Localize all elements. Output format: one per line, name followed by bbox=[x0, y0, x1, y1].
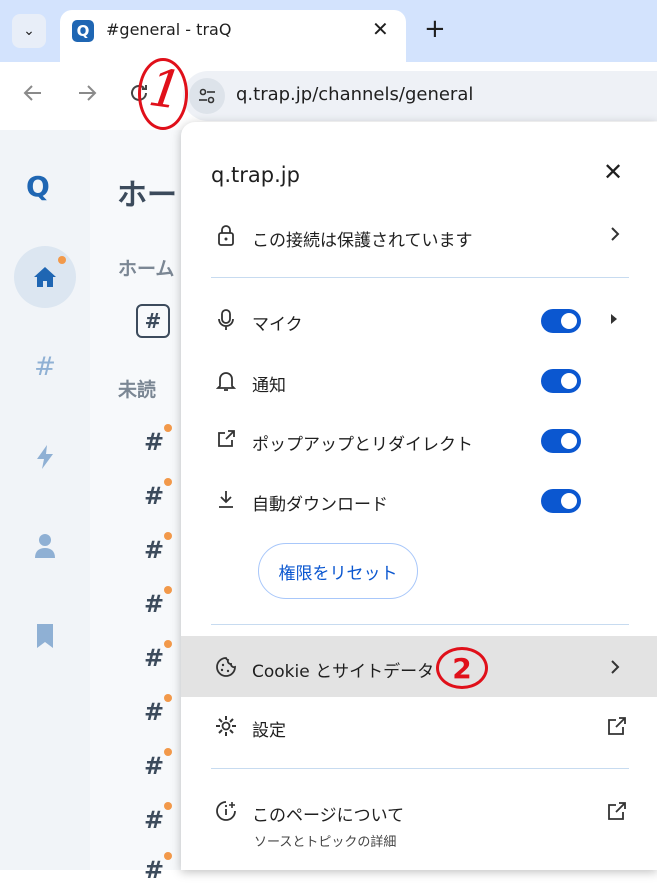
step-2-annotation: 2 bbox=[436, 647, 488, 689]
tab-close-icon[interactable]: ✕ bbox=[372, 17, 389, 41]
settings-item[interactable]: 設定 bbox=[252, 716, 286, 741]
home-nav-button[interactable] bbox=[14, 246, 76, 308]
forward-icon[interactable] bbox=[76, 82, 98, 110]
unread-dot bbox=[164, 532, 172, 540]
traq-logo: Q bbox=[26, 170, 50, 203]
channel-sidebar bbox=[90, 130, 182, 870]
unread-dot bbox=[164, 694, 172, 702]
page-header: ホー bbox=[117, 178, 177, 213]
popup-domain-title: q.trap.jp bbox=[211, 163, 300, 187]
tab-title: #general - traQ bbox=[106, 20, 232, 39]
page-info-icon bbox=[212, 800, 240, 827]
channel-item[interactable]: # bbox=[144, 536, 164, 564]
download-icon bbox=[212, 489, 240, 514]
external-link-icon[interactable] bbox=[606, 715, 630, 739]
microphone-icon bbox=[212, 308, 240, 337]
cookie-icon bbox=[212, 656, 240, 683]
chevron-right-icon[interactable] bbox=[608, 222, 622, 250]
channel-item[interactable]: # bbox=[144, 428, 164, 456]
channel-hash-icon[interactable]: # bbox=[136, 304, 170, 338]
auto-download-toggle[interactable] bbox=[541, 489, 581, 513]
permission-mic-label: マイク bbox=[252, 315, 303, 335]
bell-icon bbox=[212, 370, 240, 397]
unread-dot bbox=[164, 586, 172, 594]
channel-item[interactable]: # bbox=[144, 590, 164, 618]
channel-item[interactable]: # bbox=[144, 482, 164, 510]
divider bbox=[211, 624, 629, 625]
users-person-icon[interactable] bbox=[30, 532, 60, 565]
permission-popup-label: ポップアップとリダイレクト bbox=[252, 435, 473, 455]
unread-dot bbox=[164, 852, 172, 860]
mic-submenu-arrow-icon[interactable] bbox=[609, 313, 619, 329]
section-unread-label: 未読 bbox=[118, 379, 157, 401]
url-text[interactable]: q.trap.jp/channels/general bbox=[236, 84, 473, 105]
notification-toggle[interactable] bbox=[541, 369, 581, 393]
lock-icon bbox=[212, 224, 240, 251]
activity-bolt-icon[interactable] bbox=[30, 444, 60, 477]
unread-dot bbox=[164, 478, 172, 486]
tune-icon bbox=[199, 88, 215, 104]
permission-download-label: 自動ダウンロード bbox=[252, 495, 388, 515]
popup-redirect-toggle[interactable] bbox=[541, 429, 581, 453]
home-icon bbox=[34, 267, 56, 287]
chevron-down-icon: ⌄ bbox=[23, 23, 35, 39]
open-in-new-icon bbox=[212, 429, 240, 454]
unread-dot bbox=[164, 748, 172, 756]
about-page-item[interactable]: このページについて bbox=[252, 801, 404, 826]
divider bbox=[211, 768, 629, 769]
connection-secure-item[interactable]: この接続は保護されています bbox=[252, 226, 473, 251]
unread-dot bbox=[164, 802, 172, 810]
back-icon[interactable] bbox=[22, 82, 44, 110]
unread-dot bbox=[58, 256, 66, 264]
external-link-icon[interactable] bbox=[606, 800, 630, 824]
traq-favicon-icon: Q bbox=[72, 20, 94, 42]
new-tab-button[interactable]: + bbox=[424, 14, 446, 44]
gear-icon bbox=[212, 715, 240, 742]
chevron-right-icon[interactable] bbox=[608, 655, 622, 683]
close-icon[interactable]: ✕ bbox=[603, 158, 623, 186]
reset-permissions-button[interactable]: 権限をリセット bbox=[258, 543, 418, 599]
divider bbox=[211, 277, 629, 278]
unread-dot bbox=[164, 640, 172, 648]
channel-item[interactable]: # bbox=[144, 806, 164, 834]
site-info-button[interactable] bbox=[189, 78, 225, 114]
channel-item[interactable]: # bbox=[144, 752, 164, 780]
tab-search-button[interactable]: ⌄ bbox=[12, 14, 46, 48]
traq-nav-rail bbox=[0, 130, 90, 870]
channel-item[interactable]: # bbox=[144, 856, 164, 884]
permission-notification-label: 通知 bbox=[252, 376, 286, 396]
mic-toggle[interactable] bbox=[541, 309, 581, 333]
about-page-sublabel: ソースとトピックの詳細 bbox=[254, 835, 397, 850]
cookies-label: Cookie とサイトデータ bbox=[252, 662, 435, 682]
channel-item[interactable]: # bbox=[144, 644, 164, 672]
bookmark-icon[interactable] bbox=[30, 622, 60, 657]
section-home-label: ホーム bbox=[118, 258, 175, 280]
unread-dot bbox=[164, 424, 172, 432]
channels-hash-icon[interactable]: # bbox=[30, 352, 60, 382]
channel-item[interactable]: # bbox=[144, 698, 164, 726]
